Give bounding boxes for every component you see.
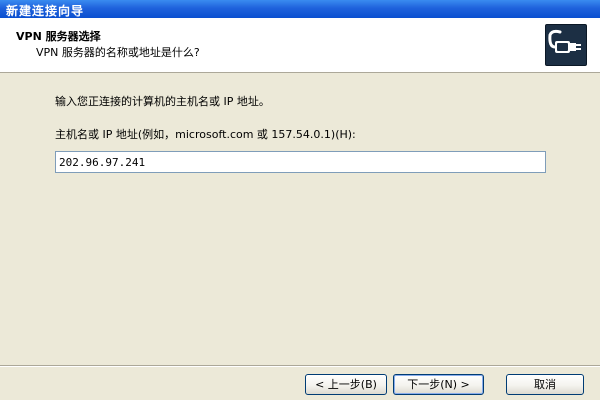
wizard-header: VPN 服务器选择 VPN 服务器的名称或地址是什么? xyxy=(0,18,600,73)
header-title: VPN 服务器选择 xyxy=(16,30,101,43)
header-subtitle: VPN 服务器的名称或地址是什么? xyxy=(36,46,200,59)
host-address-input[interactable] xyxy=(55,151,546,173)
back-button[interactable]: < 上一步(B) xyxy=(305,374,387,395)
title-bar[interactable]: 新建连接向导 xyxy=(0,0,600,18)
button-area-divider xyxy=(0,365,600,367)
cancel-button[interactable]: 取消 xyxy=(506,374,584,395)
vpn-connection-icon-graphic xyxy=(548,29,581,53)
wizard-window: 新建连接向导 VPN 服务器选择 VPN 服务器的名称或地址是什么? 输入您正连… xyxy=(0,0,600,400)
window-title: 新建连接向导 xyxy=(6,4,85,18)
next-button[interactable]: 下一步(N) > xyxy=(393,374,484,395)
vpn-connection-icon xyxy=(545,24,587,66)
instruction-text: 输入您正连接的计算机的主机名或 IP 地址。 xyxy=(55,95,270,108)
host-field-label: 主机名或 IP 地址(例如，microsoft.com 或 157.54.0.1… xyxy=(55,128,356,141)
